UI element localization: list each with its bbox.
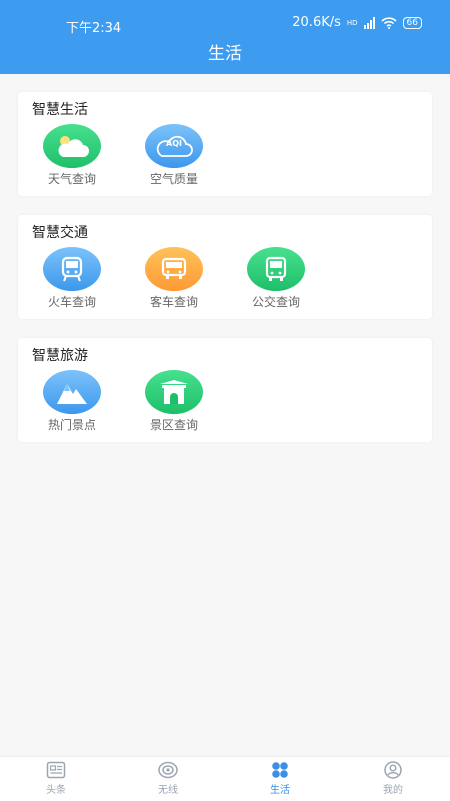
gate-icon [145,370,203,414]
status-indicators: 20.6K/s HD 66 [292,15,422,30]
section-smart-transport: 智慧交通 火车查询 客车查询 公交查询 [18,215,432,319]
page-title: 生活 [208,44,242,64]
status-bar: 下午2:34 20.6K/s HD 66 [0,0,450,36]
tab-label: 无线 [158,785,178,796]
app-bar: 生活 [0,34,450,74]
tab-label: 头条 [46,785,66,796]
tile-label: 天气查询 [47,172,96,186]
wifi-icon [380,16,397,29]
tab-news[interactable]: 头条 [26,761,86,796]
section-title: 智慧旅游 [32,348,88,364]
train-icon [43,247,101,291]
life-grid-icon [272,762,288,778]
tab-life[interactable]: 生活 [250,761,310,796]
network-speed: 20.6K/s [292,15,341,30]
tile-coach[interactable]: 客车查询 [134,247,214,310]
aqi-text: AQI [166,139,182,148]
mountain-icon [43,370,101,414]
section-smart-life: 智慧生活 天气查询 AQI 空气质量 [18,92,432,196]
news-icon [46,761,66,779]
tile-label: 空气质量 [149,172,198,186]
tab-label: 生活 [270,785,290,796]
section-title: 智慧交通 [32,225,88,241]
tile-train[interactable]: 火车查询 [32,247,112,310]
hd-label: HD [346,18,358,27]
section-smart-travel: 智慧旅游 热门景点 景区查询 [18,338,432,442]
profile-icon [384,761,402,779]
tile-label: 客车查询 [149,295,198,309]
bottom-tab-bar: 头条 无线 生活 我的 [0,756,450,801]
tab-label: 我的 [383,785,403,796]
tile-label: 火车查询 [47,295,96,309]
coach-bus-icon [145,247,203,291]
section-title: 智慧生活 [32,102,88,118]
tab-mine[interactable]: 我的 [363,761,423,796]
aqi-cloud-icon: AQI [145,124,203,168]
city-bus-icon [247,247,305,291]
signal-icon [363,16,375,29]
tile-label: 公交查询 [251,295,300,309]
tab-wireless[interactable]: 无线 [138,761,198,796]
tile-weather[interactable]: 天气查询 [32,124,112,187]
battery-indicator: 66 [402,16,422,29]
tile-label: 热门景点 [47,418,96,432]
tile-air-quality[interactable]: AQI 空气质量 [134,124,214,187]
tile-popular-spots[interactable]: 热门景点 [32,370,112,433]
tile-scenic-search[interactable]: 景区查询 [134,370,214,433]
tile-label: 景区查询 [149,418,198,432]
weather-cloud-sun-icon [43,124,101,168]
tile-city-bus[interactable]: 公交查询 [236,247,316,310]
wireless-icon [158,761,178,779]
